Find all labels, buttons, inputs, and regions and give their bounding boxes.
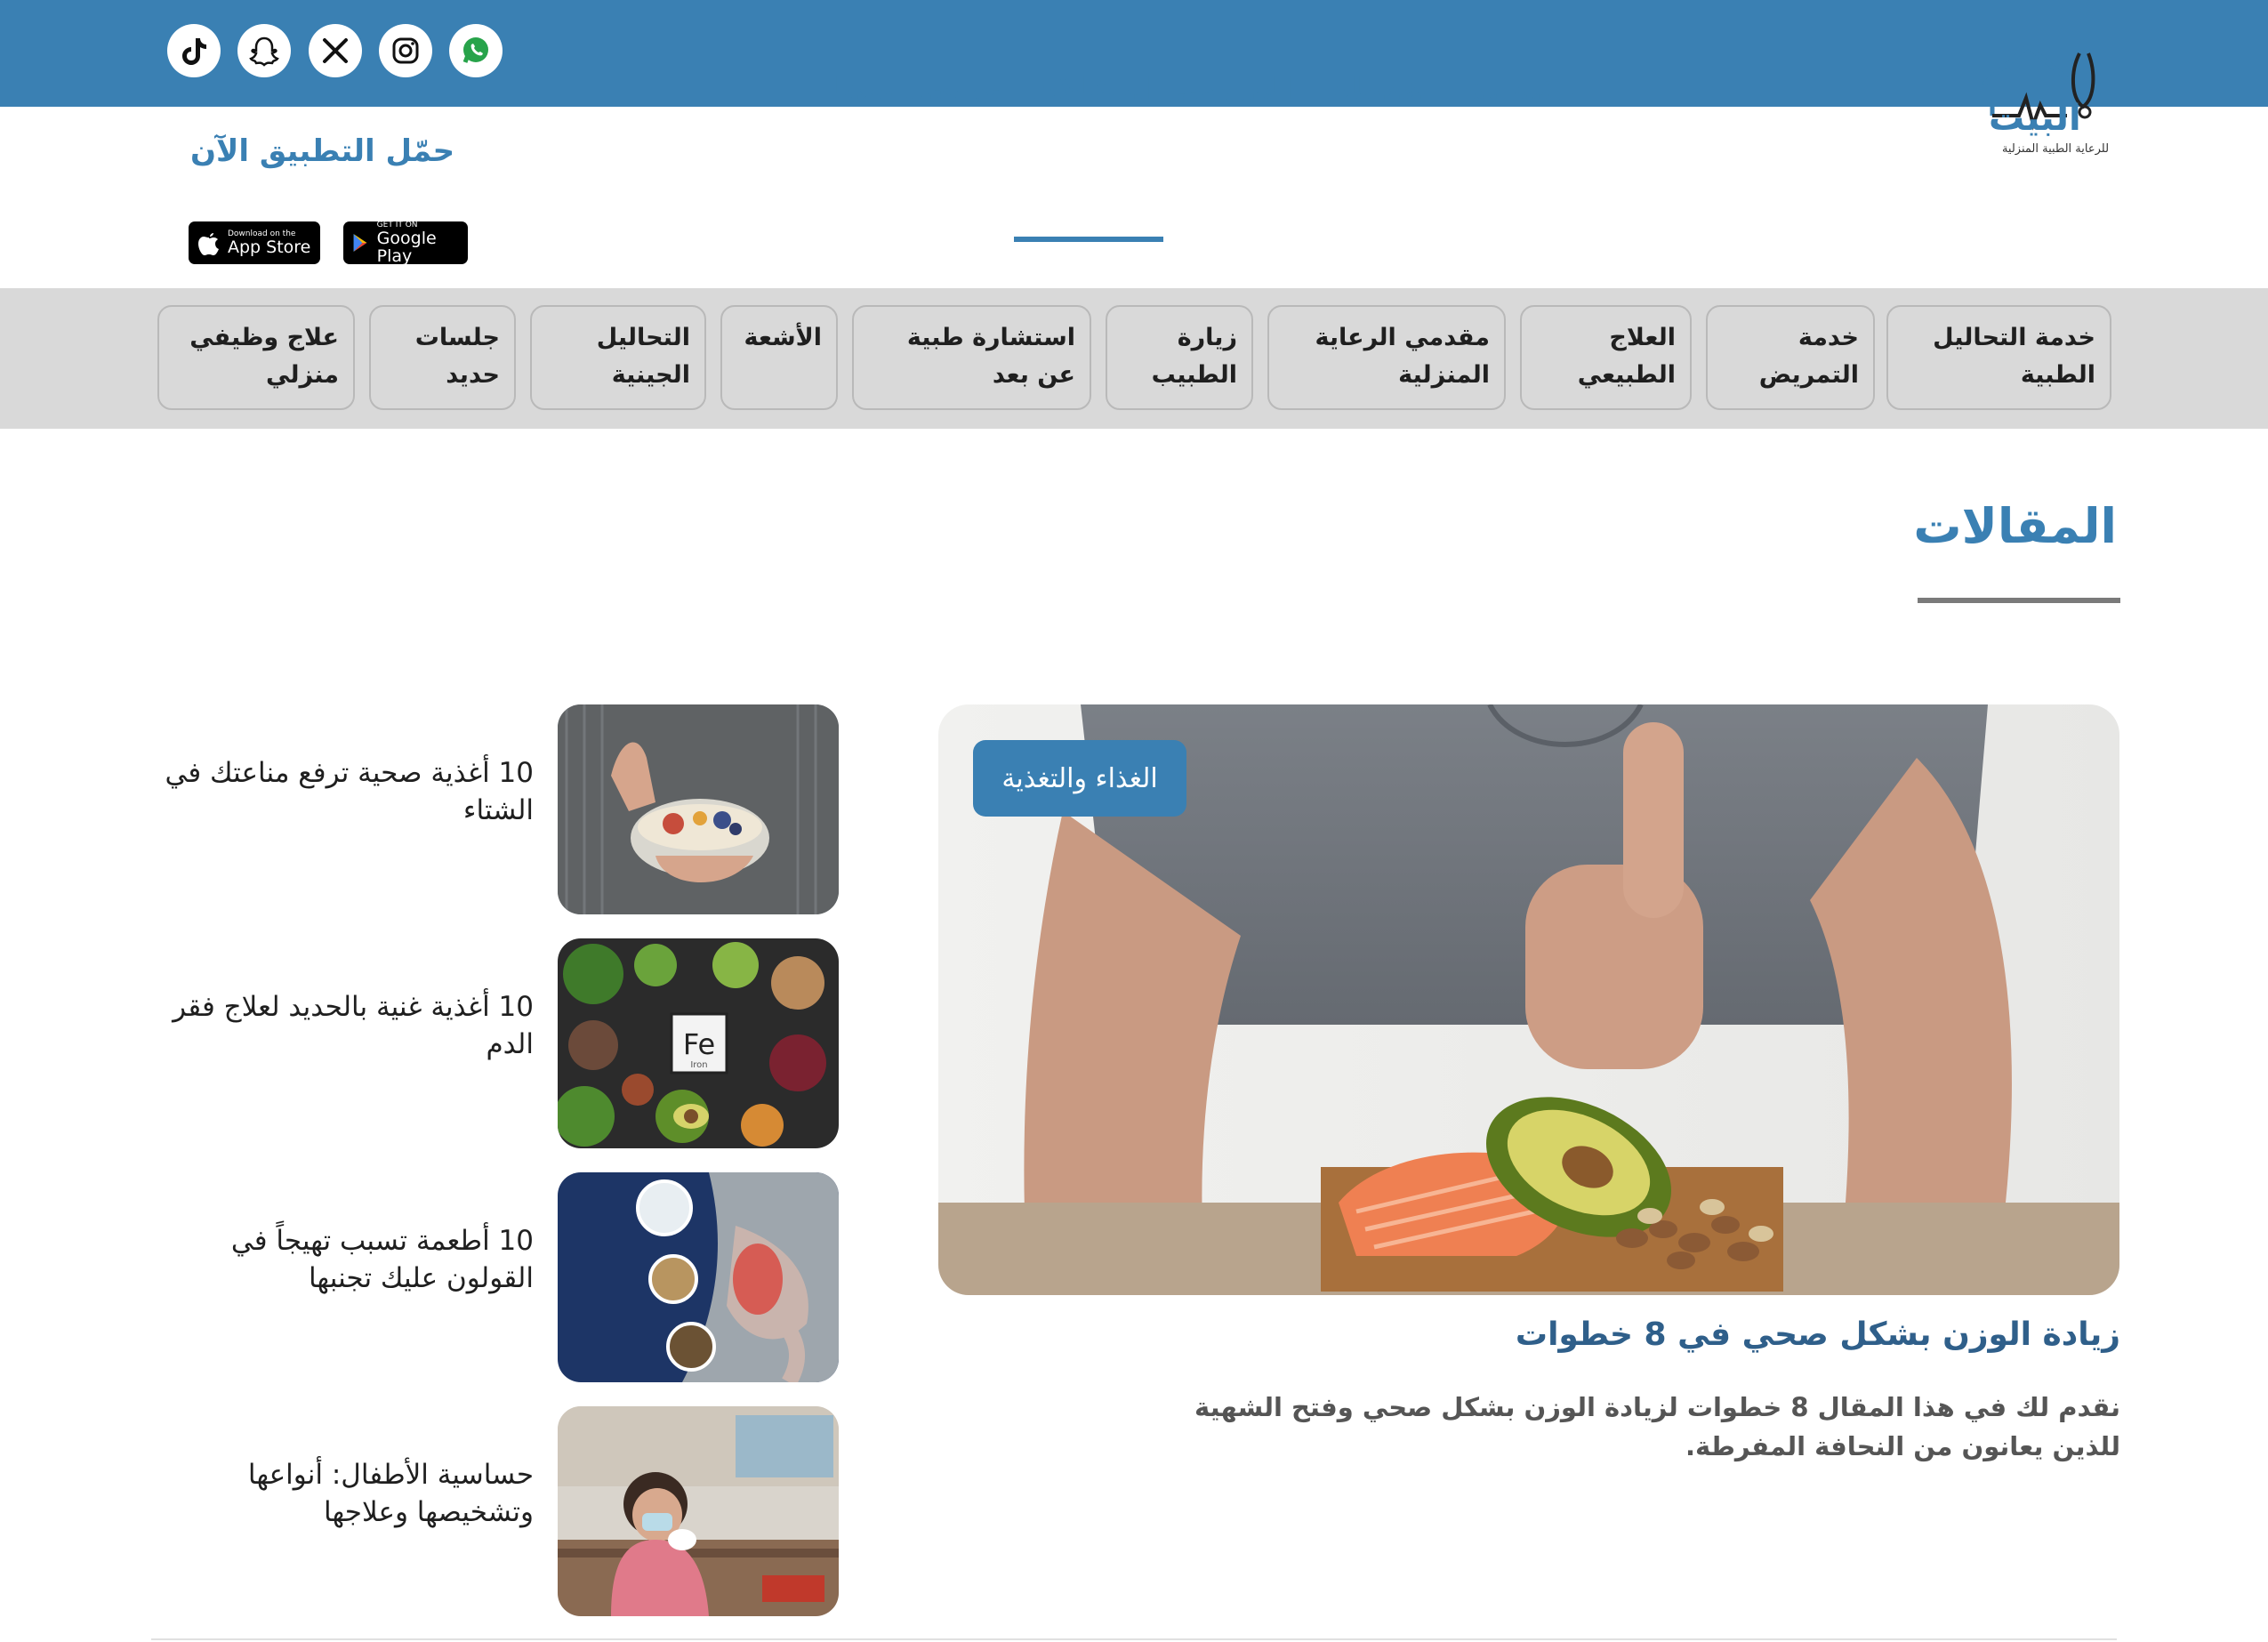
nav-articles[interactable]: المقالات [1028, 71, 1156, 107]
article-thumbnail[interactable] [558, 1172, 839, 1382]
service-label-line1: علاج وظيفي [189, 324, 339, 351]
google-play-icon [353, 234, 367, 252]
service-label-line1: استشارة طبية [906, 324, 1075, 351]
service-label-line1: مقدمي الرعاية [1315, 324, 1490, 351]
service-label-line2: منزلي [266, 361, 339, 389]
service-label-line2: الطبيب [1151, 361, 1237, 389]
service-label-line1: جلسات [414, 324, 500, 351]
article-thumbnail[interactable] [558, 704, 839, 914]
logo-tagline: للرعاية الطبية المنزلية [2001, 142, 2110, 156]
fe-sub: Iron [690, 1060, 707, 1070]
service-label-line1: خدمة [1798, 324, 1859, 351]
article-title[interactable]: 10 أغذية صحية ترفع مناعتك في الشتاء [160, 754, 534, 829]
service-occupational-therapy[interactable]: علاج وظيفي منزلي [157, 305, 355, 410]
service-physiotherapy[interactable]: العلاج الطبيعي [1520, 305, 1692, 410]
nav-contact[interactable]: تواصل معنا [834, 71, 1001, 107]
nav-offers[interactable]: العروض [1176, 71, 1293, 107]
service-label-line1: الأشعة [744, 324, 822, 351]
service-iron-sessions[interactable]: جلسات حديد [369, 305, 516, 410]
service-label-line1: العلاج [1609, 324, 1676, 351]
article-title[interactable]: حساسية الأطفال: أنواعها وتشخيصها وعلاجها [160, 1456, 534, 1531]
service-label-line2: الطبيعي [1577, 361, 1676, 389]
nav-active-underline [1014, 237, 1163, 242]
tiktok-icon[interactable] [167, 24, 221, 77]
instagram-icon[interactable] [379, 24, 432, 77]
category-tag[interactable]: الغذاء والتغذية [973, 740, 1186, 817]
service-label-line1: خدمة التحاليل [1933, 324, 2095, 351]
google-play-label: Google Play [376, 229, 437, 266]
page-title: المقالات [1913, 498, 2117, 554]
service-label-line2: المنزلية [1398, 361, 1490, 389]
app-store-button[interactable]: Download on the App Store [189, 221, 320, 264]
article-title[interactable]: 10 أطعمة تسبب تهيجاً في القولون عليك تجن… [160, 1222, 534, 1297]
title-underline [1918, 598, 2120, 603]
nav-services[interactable]: الخدمات [1322, 71, 1444, 107]
app-store-label: App Store [228, 237, 311, 257]
featured-article-title[interactable]: زيادة الوزن بشكل صحي في 8 خطوات [1459, 1316, 2120, 1353]
x-icon[interactable] [309, 24, 362, 77]
service-remote-consultation[interactable]: استشارة طبية عن بعد [852, 305, 1091, 410]
nav-home[interactable]: الرئيسية [1466, 71, 1591, 107]
service-nursing[interactable]: خدمة التمريض [1706, 305, 1875, 410]
service-label-line2: عن بعد [992, 361, 1075, 389]
fe-label: Fe [683, 1027, 715, 1061]
service-label-line1: التحاليل [596, 324, 690, 351]
whatsapp-icon[interactable] [449, 24, 503, 77]
service-label-line2: التمريض [1758, 361, 1859, 389]
article-thumbnail[interactable]: Fe Iron [558, 938, 839, 1148]
service-genetic-tests[interactable]: التحاليل الجينية [530, 305, 706, 410]
service-label-line2: الطبية [2020, 361, 2095, 389]
service-label-line1: زيارة [1177, 324, 1237, 351]
snapchat-icon[interactable] [237, 24, 291, 77]
article-thumbnail[interactable] [558, 1406, 839, 1616]
service-medical-tests[interactable]: خدمة التحاليل الطبية [1886, 305, 2111, 410]
apple-icon [198, 233, 219, 255]
service-label-line2: حديد [446, 361, 500, 389]
google-play-button[interactable]: GET IT ON Google Play [343, 221, 468, 266]
article-title[interactable]: 10 أغذية غنية بالحديد لعلاج فقر الدم [160, 988, 534, 1063]
featured-article-description: نقدم لك في هذا المقال 8 خطوات لزيادة الو… [1194, 1392, 2120, 1461]
service-doctor-visit[interactable]: زيارة الطبيب [1106, 305, 1253, 410]
download-app-title: حمّل التطبيق الآن [190, 133, 455, 169]
service-radiology[interactable]: الأشعة [720, 305, 838, 410]
service-home-caregivers[interactable]: مقدمي الرعاية المنزلية [1267, 305, 1506, 410]
service-label-line2: الجينية [611, 361, 690, 389]
divider [151, 1638, 2117, 1640]
logo-name: البيت [1989, 98, 2081, 139]
